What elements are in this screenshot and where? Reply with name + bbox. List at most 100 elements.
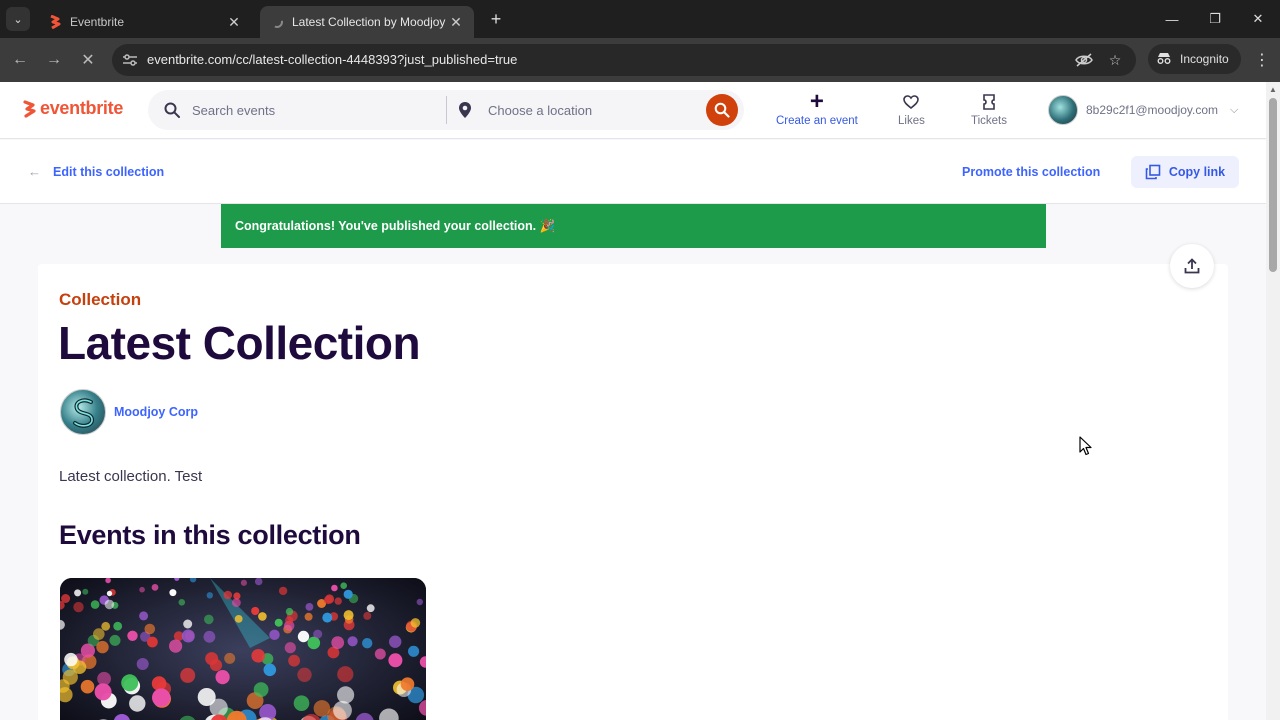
balloon (297, 667, 312, 682)
browser-menu-icon[interactable]: ⋮ (1252, 48, 1272, 72)
copy-link-button[interactable]: Copy link (1131, 156, 1239, 188)
share-upload-icon (1184, 258, 1200, 274)
site-header: eventbrite + Create an event Likes Ticke… (0, 82, 1266, 139)
promote-collection-link[interactable]: Promote this collection (962, 165, 1100, 179)
address-bar[interactable]: eventbrite.com/cc/latest-collection-4448… (112, 44, 1136, 76)
balloon (322, 612, 333, 623)
browser-tab-strip: ⌄ Eventbrite ✕ Latest Collection by Mood… (0, 0, 1280, 38)
balloon (293, 695, 310, 711)
incognito-indicator[interactable]: Incognito (1148, 44, 1241, 74)
balloon (106, 590, 113, 597)
balloon (334, 597, 342, 605)
balloon (80, 679, 95, 694)
bookmark-star-icon[interactable]: ☆ (1105, 50, 1125, 70)
collection-toolbar: ← Edit this collection Promote this coll… (0, 140, 1266, 204)
organizer-link[interactable]: Moodjoy Corp (114, 405, 198, 419)
balloon (304, 612, 313, 621)
balloon (62, 669, 78, 685)
balloon (323, 596, 332, 605)
balloon (258, 612, 267, 621)
eye-slash-icon[interactable] (1074, 50, 1094, 70)
balloon (136, 658, 149, 670)
balloon (73, 601, 84, 613)
browser-tab-latest-collection[interactable]: Latest Collection by Moodjoy C ✕ (260, 6, 474, 38)
balloon (139, 611, 149, 621)
stop-loading-icon[interactable]: ✕ (76, 48, 100, 72)
share-button[interactable] (1170, 244, 1214, 288)
balloon (331, 584, 338, 592)
balloon (197, 688, 216, 706)
plus-icon: + (809, 88, 824, 115)
balloon (90, 600, 100, 609)
balloon (285, 616, 294, 625)
balloon (366, 604, 375, 613)
balloon (96, 640, 109, 654)
account-menu[interactable]: 8b29c2f1@moodjoy.com ⌵ (1048, 95, 1238, 125)
scrollbar-thumb[interactable] (1269, 98, 1277, 272)
balloon (169, 639, 183, 653)
balloon (93, 628, 105, 640)
balloon (121, 674, 139, 692)
scroll-up-arrow-icon[interactable]: ▲ (1269, 86, 1277, 94)
tab-title: Eventbrite (70, 15, 125, 29)
balloon (151, 584, 159, 591)
search-icon (164, 102, 180, 118)
likes-button[interactable]: Likes (898, 92, 925, 127)
balloon (147, 636, 158, 648)
balloon (251, 649, 265, 663)
site-settings-icon[interactable] (120, 50, 140, 70)
balloon (253, 682, 269, 697)
balloon (410, 618, 421, 628)
balloon (94, 683, 112, 701)
forward-arrow-icon[interactable]: → (42, 48, 66, 72)
browser-tab-eventbrite[interactable]: Eventbrite ✕ (38, 6, 252, 38)
balloon (269, 629, 280, 640)
balloon (224, 652, 236, 664)
restore-icon[interactable]: ❐ (1203, 8, 1227, 30)
balloon (206, 592, 213, 599)
chevron-down-icon: ⌵ (1230, 103, 1239, 116)
search-events-input[interactable] (192, 100, 432, 120)
create-event-button[interactable]: + Create an event (776, 88, 858, 127)
organizer-avatar[interactable] (60, 389, 106, 435)
tickets-label: Tickets (971, 115, 1007, 127)
mouse-cursor-icon (1079, 436, 1092, 456)
balloon (215, 670, 230, 685)
logo-text: eventbrite (40, 98, 124, 118)
heart-icon (903, 92, 920, 112)
tab-title: Latest Collection by Moodjoy C (292, 15, 448, 29)
eventbrite-logo[interactable]: eventbrite (22, 98, 123, 119)
balloon (416, 598, 423, 606)
new-tab-plus-icon[interactable]: + (486, 9, 506, 29)
avatar (1048, 95, 1078, 125)
balloon (340, 582, 348, 589)
tickets-button[interactable]: Tickets (971, 92, 1007, 127)
location-input[interactable] (488, 100, 688, 120)
search-submit-button[interactable] (706, 94, 738, 126)
balloon (337, 686, 355, 704)
balloon (331, 636, 345, 649)
search-bar (148, 90, 744, 130)
event-card-image[interactable] (60, 578, 426, 720)
incognito-icon (1156, 52, 1172, 67)
tab-close-icon[interactable]: ✕ (448, 14, 464, 30)
edit-collection-link[interactable]: Edit this collection (53, 165, 164, 179)
balloon (129, 695, 146, 712)
balloon (400, 677, 415, 691)
tab-search-chevron-icon[interactable]: ⌄ (6, 7, 30, 31)
balloon (109, 634, 121, 646)
back-arrow-icon[interactable]: ← (28, 164, 41, 179)
back-arrow-icon[interactable]: ← (8, 48, 32, 72)
balloon (408, 645, 420, 657)
eventbrite-favicon-icon (48, 15, 62, 29)
incognito-label: Incognito (1180, 52, 1229, 66)
balloon (180, 667, 196, 683)
balloon (74, 589, 82, 597)
tab-close-icon[interactable]: ✕ (226, 14, 242, 30)
window-close-icon[interactable]: ✕ (1246, 8, 1270, 30)
balloon (151, 676, 167, 691)
eventbrite-logo-icon (23, 99, 36, 118)
minimize-icon[interactable]: — (1160, 8, 1184, 30)
collection-kicker: Collection (59, 290, 142, 309)
balloon (388, 653, 403, 668)
